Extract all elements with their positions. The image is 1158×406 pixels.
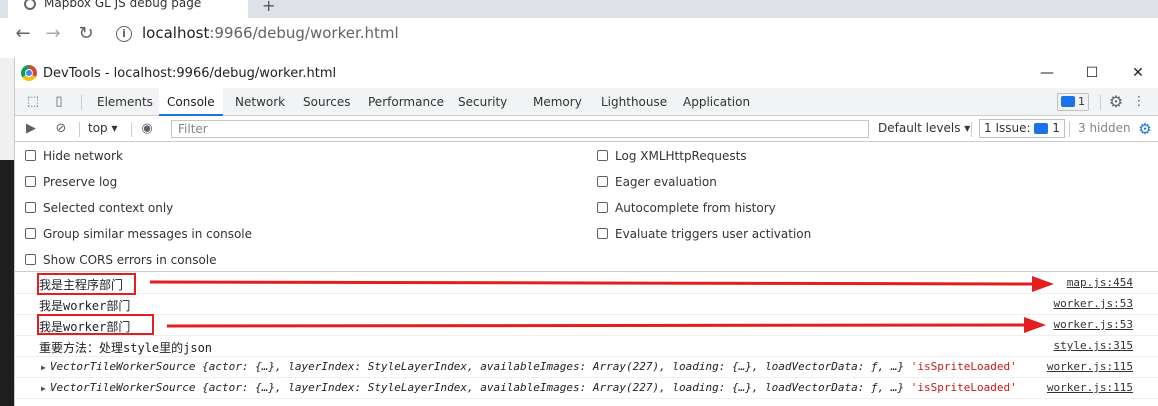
annotation-arrows [149, 276, 1054, 333]
